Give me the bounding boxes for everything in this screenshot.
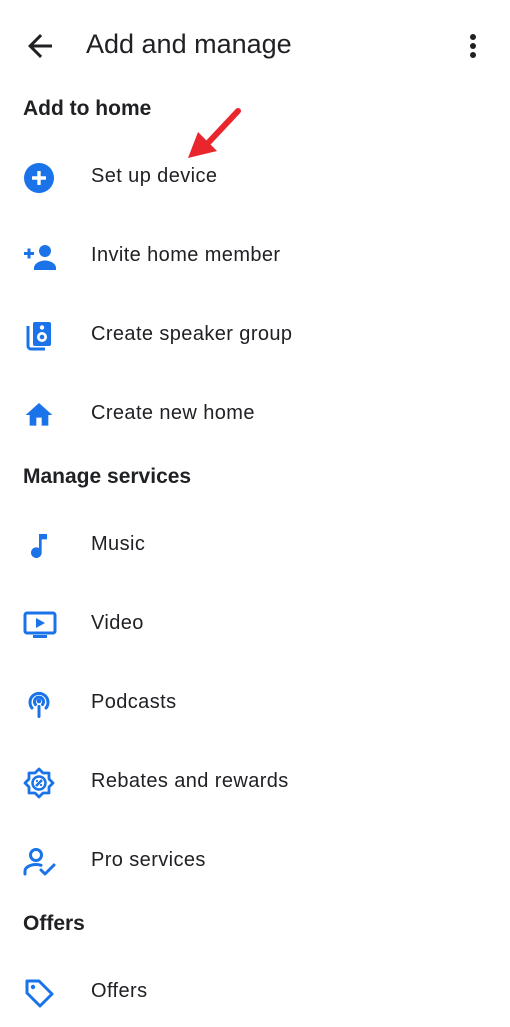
add-circle-icon (23, 162, 55, 194)
menu-item-label: Video (91, 612, 144, 634)
pro-services-icon (23, 846, 56, 878)
menu-item-rebates-and-rewards[interactable]: Rebates and rewards (0, 745, 510, 817)
video-play-icon (23, 609, 57, 641)
podcast-icon (23, 688, 55, 720)
section-title-offers: Offers (23, 912, 85, 935)
music-note-icon (23, 530, 55, 562)
section-title-add-to-home: Add to home (23, 97, 152, 120)
home-icon (23, 399, 55, 431)
menu-item-label: Music (91, 533, 146, 555)
menu-item-label: Set up device (91, 165, 218, 187)
rebates-icon (23, 767, 55, 799)
menu-item-podcasts[interactable]: Podcasts (0, 666, 510, 738)
back-button[interactable] (22, 28, 58, 64)
menu-item-set-up-device[interactable]: Set up device (0, 140, 510, 212)
menu-item-label: Create new home (91, 402, 255, 424)
menu-item-label: Rebates and rewards (91, 770, 289, 792)
speaker-group-icon (23, 320, 55, 352)
menu-item-offers[interactable]: Offers (0, 955, 510, 1027)
menu-item-video[interactable]: Video (0, 587, 510, 659)
menu-item-label: Create speaker group (91, 323, 293, 345)
section-title-manage-services: Manage services (23, 465, 192, 488)
person-add-icon (23, 241, 56, 273)
menu-item-label: Invite home member (91, 244, 281, 266)
menu-item-label: Pro services (91, 849, 206, 871)
menu-item-label: Podcasts (91, 691, 177, 713)
app-bar: Add and manage (0, 0, 510, 90)
tag-icon (23, 977, 55, 1009)
page-title: Add and manage (86, 29, 292, 59)
menu-item-create-new-home[interactable]: Create new home (0, 377, 510, 449)
menu-item-music[interactable]: Music (0, 508, 510, 580)
menu-item-create-speaker-group[interactable]: Create speaker group (0, 298, 510, 370)
menu-item-label: Offers (91, 980, 148, 1002)
menu-item-pro-services[interactable]: Pro services (0, 824, 510, 896)
more-options-button[interactable] (458, 28, 488, 64)
menu-item-invite-home-member[interactable]: Invite home member (0, 219, 510, 291)
back-arrow-icon (28, 34, 52, 58)
more-vert-icon (470, 34, 476, 58)
